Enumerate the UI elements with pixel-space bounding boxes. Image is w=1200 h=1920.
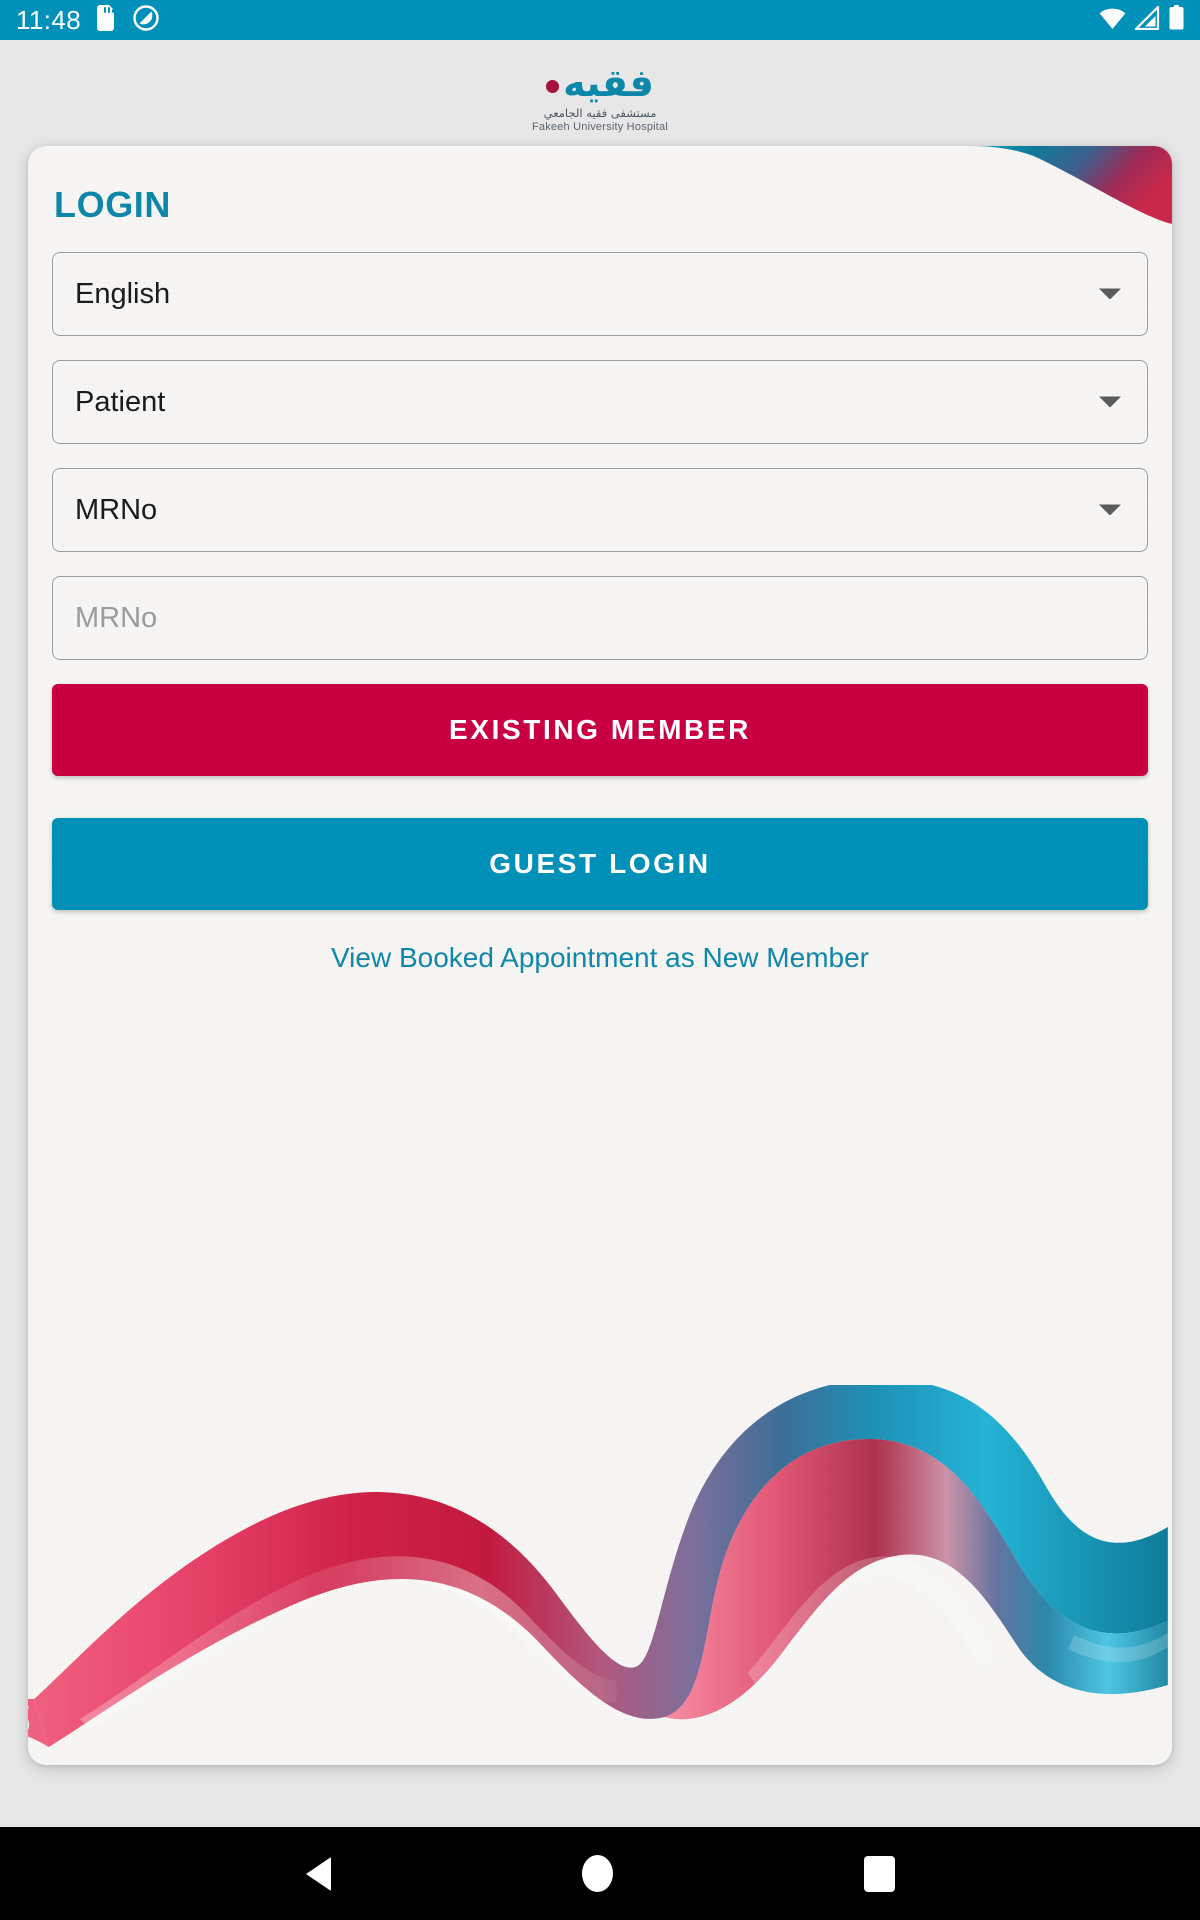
status-bar-left: 11:48: [16, 4, 159, 36]
logo-arabic-subtitle: مستشفى فقيه الجامعي: [543, 105, 657, 120]
logo-dot-icon: [546, 79, 560, 93]
home-button-icon[interactable]: [581, 1855, 613, 1892]
wifi-icon: [1099, 6, 1126, 35]
chevron-down-icon: [1099, 288, 1121, 300]
view-booked-appointment-row: View Booked Appointment as New Member: [52, 942, 1148, 974]
app-logo-header: فقيه مستشفى فقيه الجامعي Fakeeh Universi…: [0, 40, 1200, 146]
sd-card-icon: [97, 4, 117, 36]
id-type-select-value: MRNo: [75, 493, 158, 526]
status-bar-right: [1099, 5, 1184, 35]
recents-button-icon[interactable]: [863, 1855, 895, 1892]
chevron-down-icon: [1099, 504, 1121, 516]
do-not-disturb-icon: [133, 4, 159, 36]
device-screen: 11:48 فقيه مستشفى فقيه الجامعي Fakeeh Un…: [0, 0, 1200, 1920]
user-type-select[interactable]: Patient: [52, 360, 1148, 444]
login-card-container: LOGIN English Patient MRNo MRNo EXISTING…: [0, 146, 1200, 1827]
status-bar: 11:48: [0, 0, 1200, 40]
logo-arabic-wordmark: فقيه: [563, 61, 654, 106]
logo-mark: فقيه: [546, 58, 654, 102]
logo-english-subtitle: Fakeeh University Hospital: [531, 120, 669, 133]
language-select-value: English: [75, 277, 171, 310]
mrno-input-wrapper[interactable]: MRNo: [52, 576, 1148, 660]
id-type-select[interactable]: MRNo: [52, 468, 1148, 552]
back-button-icon[interactable]: [305, 1856, 331, 1891]
existing-member-button[interactable]: EXISTING MEMBER: [52, 684, 1148, 776]
view-booked-appointment-link[interactable]: View Booked Appointment as New Member: [331, 942, 869, 973]
language-select[interactable]: English: [52, 252, 1148, 336]
login-form: LOGIN English Patient MRNo MRNo EXISTING…: [28, 146, 1172, 974]
login-card: LOGIN English Patient MRNo MRNo EXISTING…: [28, 146, 1172, 1765]
cellular-signal-icon: [1134, 5, 1160, 35]
guest-login-button[interactable]: GUEST LOGIN: [52, 818, 1148, 910]
decorative-ribbon-bottom-icon: [28, 1385, 1172, 1765]
page-title: LOGIN: [54, 184, 171, 225]
status-bar-clock: 11:48: [16, 5, 82, 35]
mrno-input-placeholder: MRNo: [75, 601, 158, 634]
user-type-select-value: Patient: [75, 385, 166, 418]
chevron-down-icon: [1099, 396, 1121, 408]
battery-icon: [1169, 5, 1184, 35]
android-navigation-bar: [0, 1827, 1200, 1920]
